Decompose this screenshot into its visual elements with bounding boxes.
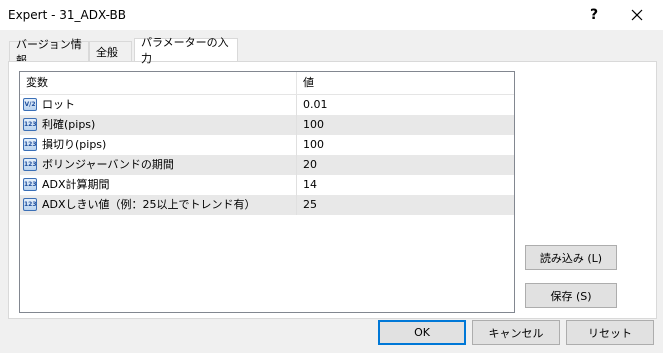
param-value[interactable]: 20 (297, 155, 514, 175)
close-button[interactable] (622, 0, 652, 30)
load-button[interactable]: 読み込み (L) (525, 245, 617, 270)
parameter-grid: 変数 値 V/2 ロット 0.01 123 利確(pips) 100 123 損切り(… (19, 71, 515, 313)
tab-general[interactable]: 全般 (89, 41, 132, 61)
ok-button[interactable]: OK (378, 320, 466, 345)
param-name: 損切り(pips) (42, 138, 107, 151)
param-value[interactable]: 25 (297, 195, 514, 215)
param-value[interactable]: 14 (297, 175, 514, 195)
title-bar: Expert - 31_ADX-BB ? (0, 0, 663, 30)
integer-type-icon: 123 (23, 158, 37, 171)
tab-version-info[interactable]: バージョン情報 (9, 38, 89, 67)
integer-type-icon: 123 (23, 118, 37, 131)
param-row-lot[interactable]: V/2 ロット 0.01 (20, 95, 514, 115)
param-row-adx-period[interactable]: 123 ADX計算期間 14 (20, 175, 514, 195)
param-name: ロット (42, 98, 75, 111)
param-name: ADXしきい値（例：25以上でトレンド有） (42, 198, 256, 211)
param-name: ADX計算期間 (42, 178, 110, 191)
double-type-icon: V/2 (23, 98, 37, 111)
help-button[interactable]: ? (579, 0, 609, 30)
window-title: Expert - 31_ADX-BB (8, 8, 126, 22)
param-value[interactable]: 0.01 (297, 95, 514, 115)
param-row-take-profit[interactable]: 123 利確(pips) 100 (20, 115, 514, 135)
param-row-bb-period[interactable]: 123 ボリンジャーバンドの期間 20 (20, 155, 514, 175)
column-header-value[interactable]: 値 (297, 72, 514, 94)
integer-type-icon: 123 (23, 178, 37, 191)
reset-button[interactable]: リセット (566, 320, 654, 345)
param-name: 利確(pips) (42, 118, 96, 131)
grid-header: 変数 値 (20, 72, 514, 95)
param-value[interactable]: 100 (297, 135, 514, 155)
param-value[interactable]: 100 (297, 115, 514, 135)
cancel-button[interactable]: キャンセル (472, 320, 560, 345)
param-row-adx-threshold[interactable]: 123 ADXしきい値（例：25以上でトレンド有） 25 (20, 195, 514, 215)
column-header-variable[interactable]: 変数 (20, 72, 297, 94)
save-button[interactable]: 保存 (S) (525, 283, 617, 308)
integer-type-icon: 123 (23, 138, 37, 151)
close-icon (631, 9, 643, 21)
help-icon: ? (589, 7, 599, 23)
tab-input-parameters[interactable]: パラメーターの入力 (134, 36, 238, 65)
integer-type-icon: 123 (23, 198, 37, 211)
param-row-stop-loss[interactable]: 123 損切り(pips) 100 (20, 135, 514, 155)
param-name: ボリンジャーバンドの期間 (42, 158, 174, 171)
